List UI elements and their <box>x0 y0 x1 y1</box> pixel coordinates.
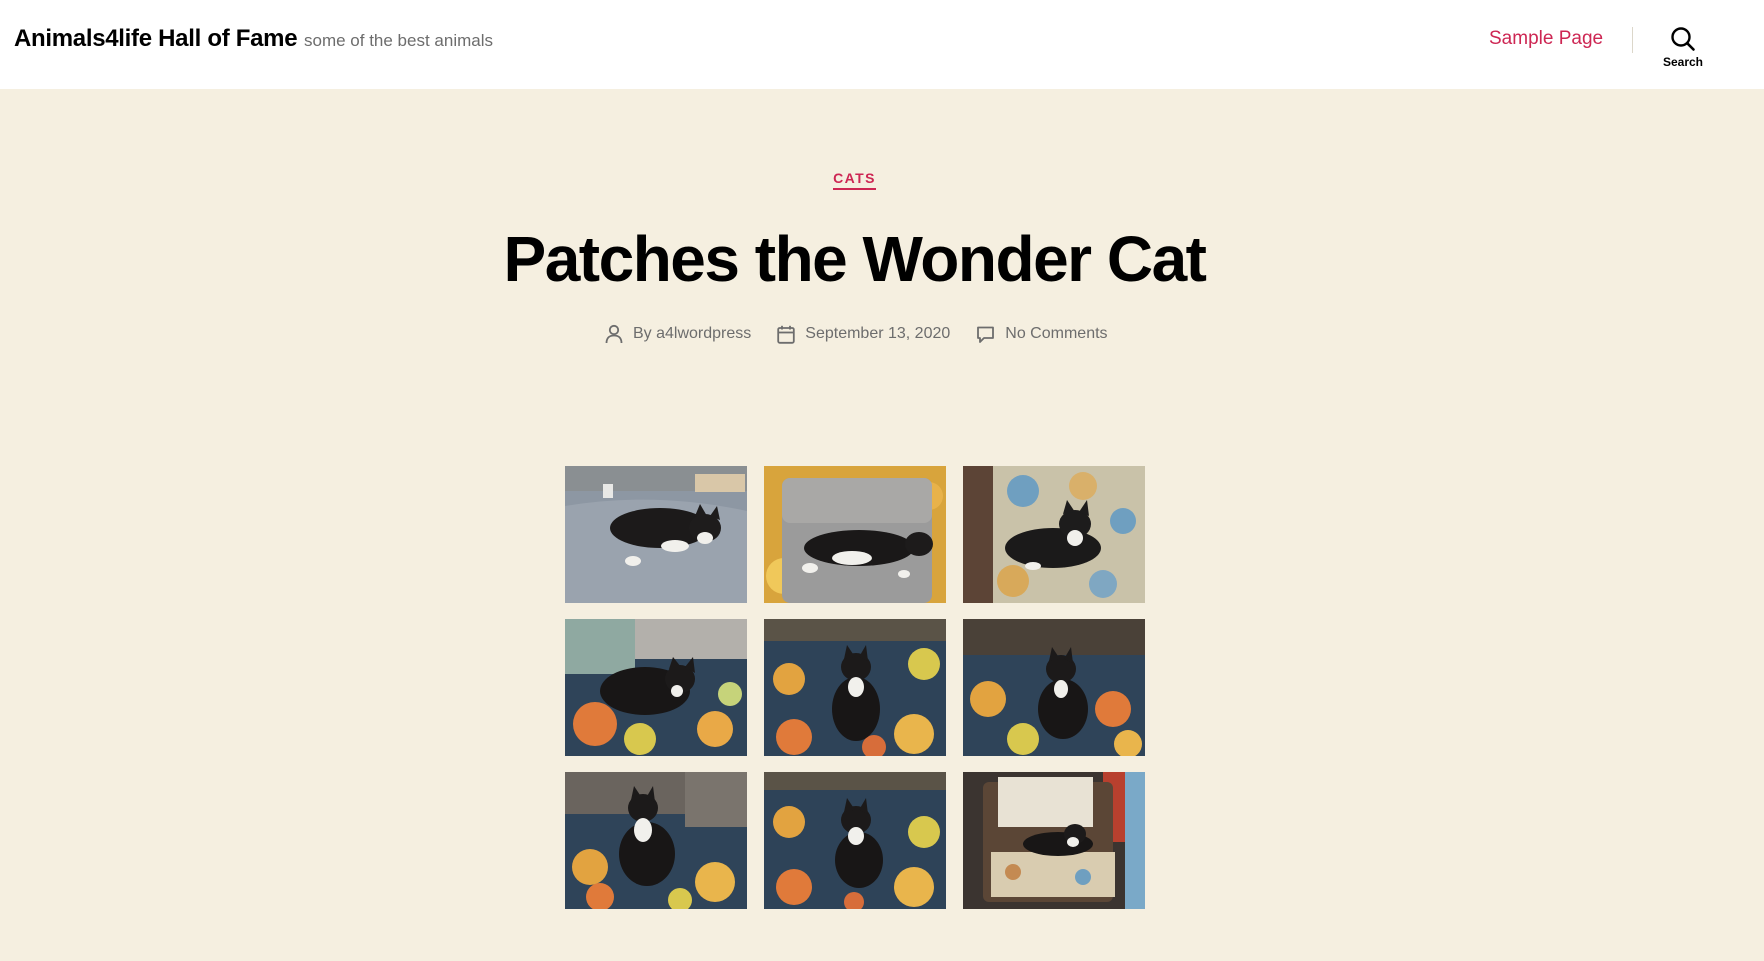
post-meta: By a4lwordpress September 13, 2020 No Co… <box>605 322 1134 346</box>
gallery-image-8[interactable] <box>764 772 946 909</box>
comments-link[interactable]: No Comments <box>1005 325 1107 343</box>
search-toggle-button[interactable]: Search <box>1650 20 1716 75</box>
post-author: By a4lwordpress <box>605 324 751 344</box>
cat-photo <box>764 619 946 756</box>
gallery-image-5[interactable] <box>764 619 946 756</box>
site-header: Animals4life Hall of Fame some of the be… <box>0 0 1764 89</box>
cat-photo <box>565 772 747 909</box>
gallery-image-9[interactable] <box>963 772 1145 909</box>
gallery-image-4[interactable] <box>565 619 747 756</box>
post-date: September 13, 2020 <box>777 325 950 344</box>
site-title[interactable]: Animals4life Hall of Fame <box>14 25 298 53</box>
gallery-image-7[interactable] <box>565 772 747 909</box>
user-icon <box>605 324 623 344</box>
nav-link-sample-page[interactable]: Sample Page <box>1489 28 1603 50</box>
cat-photo <box>764 772 946 909</box>
gallery-image-3[interactable] <box>963 466 1145 603</box>
post-date-link[interactable]: September 13, 2020 <box>805 325 950 343</box>
cat-photo <box>963 466 1145 603</box>
category-link-cats[interactable]: CATS <box>833 170 876 190</box>
post-title: Patches the Wonder Cat <box>503 223 1207 295</box>
post-category: CATS <box>0 170 1709 190</box>
author-prefix: By <box>633 325 652 342</box>
cat-photo <box>963 619 1145 756</box>
comment-icon <box>977 326 995 343</box>
gallery-image-6[interactable] <box>963 619 1145 756</box>
calendar-icon <box>777 325 795 344</box>
cat-photo <box>963 772 1145 909</box>
gallery-image-1[interactable] <box>565 466 747 603</box>
gallery-image-2[interactable] <box>764 466 946 603</box>
cat-photo <box>565 466 747 603</box>
search-label: Search <box>1662 55 1704 69</box>
photo-gallery <box>565 466 1145 909</box>
author-link[interactable]: a4lwordpress <box>656 325 751 343</box>
post-comments: No Comments <box>976 325 1108 344</box>
search-icon <box>1671 27 1695 51</box>
site-description: some of the best animals <box>304 31 493 50</box>
cat-photo <box>565 619 747 756</box>
nav-divider <box>1632 27 1633 53</box>
cat-photo <box>764 466 946 603</box>
